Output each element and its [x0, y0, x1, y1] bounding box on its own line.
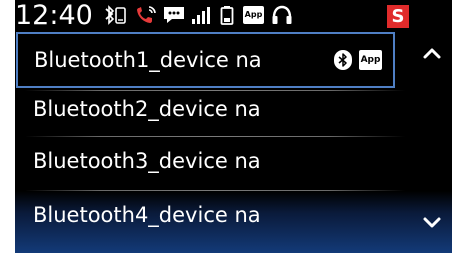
bluetooth-icon — [334, 50, 352, 70]
app-icon: App — [359, 50, 382, 70]
scroll-up-button[interactable] — [415, 38, 449, 68]
signal-icon — [190, 5, 214, 25]
device-row-2[interactable]: Bluetooth2_device na — [15, 81, 410, 137]
s-badge: S — [387, 5, 409, 28]
device-label: Bluetooth2_device na — [33, 97, 261, 121]
app-icon: App — [243, 6, 264, 24]
device-row-3[interactable]: Bluetooth3_device na — [15, 133, 410, 189]
chevron-up-icon — [423, 48, 441, 59]
device-label: Bluetooth4_device na — [33, 203, 261, 227]
headset-icon — [271, 5, 293, 25]
head-unit-screen: 12:40 App S Bluetooth1_device na App Blu… — [15, 0, 452, 253]
device-row-4[interactable]: Bluetooth4_device na — [15, 191, 452, 253]
message-icon — [162, 5, 186, 25]
bluetooth-device-icon — [103, 5, 131, 25]
clock: 12:40 — [15, 0, 93, 31]
chevron-down-icon — [423, 217, 441, 228]
scroll-down-button[interactable] — [415, 208, 449, 238]
device-row-1[interactable]: Bluetooth1_device na App — [16, 32, 395, 88]
battery-icon — [219, 5, 235, 25]
device-label: Bluetooth3_device na — [33, 149, 261, 173]
device-label: Bluetooth1_device na — [34, 48, 262, 72]
phone-call-icon — [135, 5, 159, 25]
status-bar: 12:40 App S — [15, 0, 452, 31]
